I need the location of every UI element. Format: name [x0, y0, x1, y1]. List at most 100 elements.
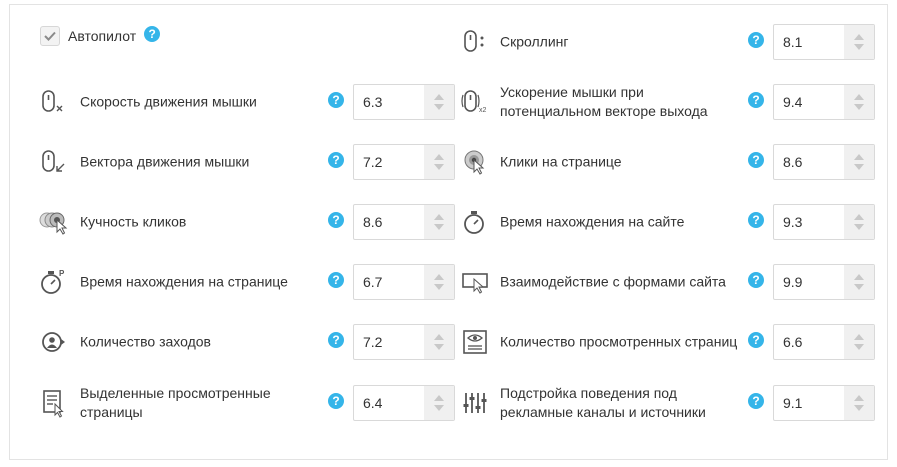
- stepper-arrows: [844, 205, 874, 239]
- increment-arrow-icon[interactable]: [434, 395, 444, 401]
- value-stepper[interactable]: 6.7: [353, 264, 455, 300]
- setting-label: Время нахождения на сайте: [500, 213, 685, 230]
- page-timer-icon: P: [38, 267, 68, 297]
- increment-arrow-icon[interactable]: [434, 154, 444, 160]
- decrement-arrow-icon[interactable]: [434, 104, 444, 110]
- stepper-value[interactable]: 6.4: [354, 386, 424, 420]
- setting-label: Ускорение мышки при потенциальном вектор…: [500, 84, 708, 119]
- stepper-value[interactable]: 9.4: [774, 85, 844, 119]
- value-stepper[interactable]: 9.1: [773, 385, 875, 421]
- help-icon[interactable]: ?: [748, 393, 764, 409]
- stepper-value[interactable]: 7.2: [354, 145, 424, 179]
- stepper-arrows: [844, 145, 874, 179]
- value-stepper[interactable]: 8.1: [773, 24, 875, 60]
- increment-arrow-icon[interactable]: [434, 214, 444, 220]
- decrement-arrow-icon[interactable]: [854, 44, 864, 50]
- stepper-arrows: [844, 386, 874, 420]
- increment-arrow-icon[interactable]: [434, 274, 444, 280]
- help-icon[interactable]: ?: [328, 272, 344, 288]
- setting-row-click-cluster: Кучность кликов ? 8.6: [38, 204, 455, 240]
- help-icon[interactable]: ?: [748, 152, 764, 168]
- value-stepper[interactable]: 8.6: [353, 204, 455, 240]
- autopilot-label: Автопилот: [68, 28, 137, 44]
- decrement-arrow-icon[interactable]: [434, 224, 444, 230]
- mouse-acceleration-icon: x2: [460, 87, 490, 117]
- setting-label: Клики на странице: [500, 153, 622, 170]
- value-stepper[interactable]: 9.4: [773, 84, 875, 120]
- decrement-arrow-icon[interactable]: [434, 164, 444, 170]
- increment-arrow-icon[interactable]: [434, 334, 444, 340]
- setting-label: Выделенные просмотренные страницы: [80, 385, 271, 420]
- help-icon[interactable]: ?: [748, 92, 764, 108]
- stepper-value[interactable]: 8.1: [774, 25, 844, 59]
- increment-arrow-icon[interactable]: [854, 334, 864, 340]
- value-stepper[interactable]: 8.6: [773, 144, 875, 180]
- stepper-value[interactable]: 6.3: [354, 85, 424, 119]
- decrement-arrow-icon[interactable]: [434, 344, 444, 350]
- stepper-value[interactable]: 9.9: [774, 265, 844, 299]
- stepper-arrows: [844, 325, 874, 359]
- setting-row-forms: Взаимодействие с формами сайта ? 9.9: [460, 264, 880, 300]
- value-stepper[interactable]: 6.6: [773, 324, 875, 360]
- increment-arrow-icon[interactable]: [854, 34, 864, 40]
- increment-arrow-icon[interactable]: [854, 94, 864, 100]
- stepper-arrows: [424, 265, 454, 299]
- page-clicks-icon: [460, 147, 490, 177]
- help-icon[interactable]: ?: [328, 212, 344, 228]
- help-icon[interactable]: ?: [748, 32, 764, 48]
- setting-label: Время нахождения на странице: [80, 273, 288, 290]
- svg-text:P: P: [59, 269, 65, 278]
- help-icon[interactable]: ?: [144, 26, 161, 42]
- stepper-arrows: [424, 386, 454, 420]
- help-icon[interactable]: ?: [748, 332, 764, 348]
- value-stepper[interactable]: 9.3: [773, 204, 875, 240]
- increment-arrow-icon[interactable]: [854, 395, 864, 401]
- stepper-value[interactable]: 9.1: [774, 386, 844, 420]
- value-stepper[interactable]: 7.2: [353, 324, 455, 360]
- help-icon[interactable]: ?: [328, 92, 344, 108]
- stepper-value[interactable]: 8.6: [774, 145, 844, 179]
- decrement-arrow-icon[interactable]: [434, 405, 444, 411]
- stepper-value[interactable]: 6.7: [354, 265, 424, 299]
- user-visits-icon: [38, 327, 68, 357]
- help-icon[interactable]: ?: [328, 393, 344, 409]
- decrement-arrow-icon[interactable]: [854, 405, 864, 411]
- decrement-arrow-icon[interactable]: [854, 344, 864, 350]
- setting-row-visits: Количество заходов ? 7.2: [38, 324, 455, 360]
- value-stepper[interactable]: 9.9: [773, 264, 875, 300]
- value-stepper[interactable]: 6.3: [353, 84, 455, 120]
- stepper-value[interactable]: 9.3: [774, 205, 844, 239]
- help-icon[interactable]: ?: [328, 152, 344, 168]
- help-icon[interactable]: ?: [328, 332, 344, 348]
- form-interaction-icon: [460, 267, 490, 297]
- value-stepper[interactable]: 6.4: [353, 385, 455, 421]
- mouse-scroll-icon: [460, 27, 490, 57]
- autopilot-checkbox[interactable]: [40, 26, 60, 46]
- setting-row-mouse-vector: Вектора движения мышки ? 7.2: [38, 144, 455, 180]
- setting-row-site-time: Время нахождения на сайте ? 9.3: [460, 204, 880, 240]
- stepper-arrows: [424, 325, 454, 359]
- setting-label: Скорость движения мышки: [80, 93, 257, 110]
- decrement-arrow-icon[interactable]: [854, 284, 864, 290]
- decrement-arrow-icon[interactable]: [854, 224, 864, 230]
- setting-row-scrolling: Скроллинг ? 8.1: [460, 24, 880, 60]
- setting-row-mouse-speed: Скорость движения мышки ? 6.3: [38, 84, 455, 120]
- increment-arrow-icon[interactable]: [854, 154, 864, 160]
- decrement-arrow-icon[interactable]: [854, 164, 864, 170]
- increment-arrow-icon[interactable]: [854, 274, 864, 280]
- increment-arrow-icon[interactable]: [854, 214, 864, 220]
- setting-label: Вектора движения мышки: [80, 153, 250, 170]
- setting-row-page-clicks: Клики на странице ? 8.6: [460, 144, 880, 180]
- increment-arrow-icon[interactable]: [434, 94, 444, 100]
- stepper-arrows: [844, 265, 874, 299]
- stepper-value[interactable]: 8.6: [354, 205, 424, 239]
- help-icon[interactable]: ?: [748, 212, 764, 228]
- stepper-value[interactable]: 6.6: [774, 325, 844, 359]
- mouse-speed-icon: [38, 87, 68, 117]
- mouse-vector-icon: [38, 147, 68, 177]
- help-icon[interactable]: ?: [748, 272, 764, 288]
- decrement-arrow-icon[interactable]: [434, 284, 444, 290]
- stepper-value[interactable]: 7.2: [354, 325, 424, 359]
- value-stepper[interactable]: 7.2: [353, 144, 455, 180]
- decrement-arrow-icon[interactable]: [854, 104, 864, 110]
